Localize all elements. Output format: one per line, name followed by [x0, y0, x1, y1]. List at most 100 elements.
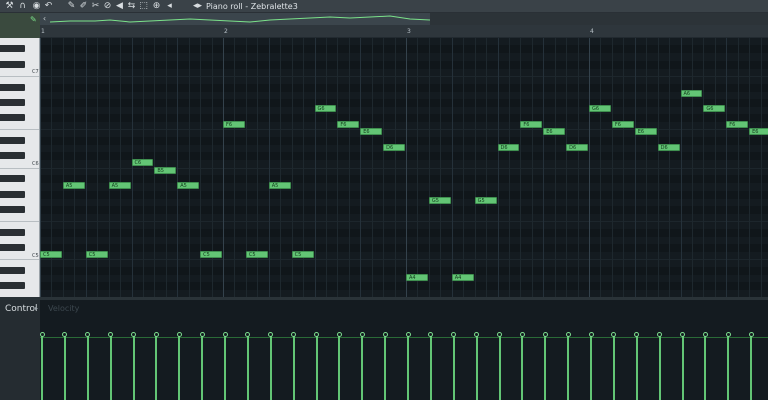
velocity-handle[interactable] — [519, 332, 525, 337]
delete-icon[interactable]: ⊘ — [102, 1, 113, 12]
velocity-bar[interactable] — [429, 335, 432, 400]
velocity-handle[interactable] — [542, 332, 548, 337]
velocity-bar[interactable] — [155, 335, 158, 400]
velocity-bar[interactable] — [727, 335, 730, 400]
note[interactable]: E6 — [543, 128, 566, 136]
note[interactable]: C6 — [131, 159, 154, 166]
black-key[interactable] — [0, 137, 25, 145]
velocity-bar[interactable] — [132, 335, 135, 400]
velocity-bar[interactable] — [612, 335, 615, 400]
note[interactable]: A5 — [62, 181, 85, 189]
velocity-bar[interactable] — [635, 335, 638, 400]
velocity-bar[interactable] — [750, 335, 753, 400]
record-icon[interactable]: ◉ — [31, 1, 42, 12]
velocity-handle[interactable] — [748, 332, 754, 337]
zoom-icon[interactable]: ⊕ — [151, 1, 162, 12]
velocity-handle[interactable] — [405, 332, 411, 337]
velocity-bar[interactable] — [567, 335, 570, 400]
velocity-bar[interactable] — [338, 335, 341, 400]
draw-tool-icon[interactable]: ✎ — [30, 15, 39, 24]
overview-scroll-left-icon[interactable]: ‹ — [40, 13, 49, 25]
velocity-bar[interactable] — [384, 335, 387, 400]
title-menu-arrow-icon[interactable]: ◂▸ — [193, 1, 203, 12]
velocity-handle[interactable] — [336, 332, 342, 337]
note[interactable]: A5 — [268, 181, 291, 189]
note[interactable]: F6 — [520, 120, 543, 128]
note[interactable]: E6 — [749, 128, 768, 136]
velocity-handle[interactable] — [40, 332, 45, 337]
note-grid[interactable]: C5 A5 C5 A5 C6 B5 A5 C5 F6 C5 A5 C5 G6 F6 E6 D6 A4 G5 A4 G5… — [40, 38, 768, 297]
undo-icon[interactable]: ↶ — [43, 1, 54, 12]
black-key[interactable] — [0, 114, 25, 122]
velocity-bar[interactable] — [315, 335, 318, 400]
velocity-bar[interactable] — [178, 335, 181, 400]
note[interactable]: F6 — [337, 120, 360, 128]
timeline-ruler[interactable]: 1 2 3 4 — [40, 25, 768, 38]
mute-icon[interactable]: ◀ — [114, 1, 125, 12]
velocity-bar[interactable] — [86, 335, 89, 400]
slip-icon[interactable]: ⇆ — [126, 1, 137, 12]
black-key[interactable] — [0, 244, 25, 252]
velocity-bar[interactable] — [292, 335, 295, 400]
note[interactable]: A6 — [680, 90, 703, 98]
note[interactable]: G6 — [589, 105, 611, 113]
note[interactable]: F6 — [611, 120, 634, 128]
note[interactable]: G5 — [428, 197, 451, 205]
velocity-bar[interactable] — [407, 335, 409, 400]
note[interactable]: A5 — [108, 181, 131, 189]
velocity-bar[interactable] — [452, 335, 455, 400]
velocity-handle[interactable] — [131, 332, 136, 337]
velocity-bar[interactable] — [498, 335, 501, 400]
velocity-handle[interactable] — [497, 332, 502, 337]
magnet-icon[interactable]: ∩ — [17, 1, 28, 12]
note[interactable]: A4 — [451, 273, 474, 281]
velocity-panel[interactable]: Velocity — [40, 300, 768, 400]
note[interactable]: D6 — [657, 143, 680, 151]
black-key[interactable] — [0, 190, 25, 198]
black-key[interactable] — [0, 60, 25, 68]
black-key[interactable] — [0, 83, 25, 91]
velocity-bar[interactable] — [63, 335, 66, 400]
velocity-bar[interactable] — [681, 335, 684, 400]
note[interactable]: E6 — [634, 128, 657, 136]
black-key[interactable] — [0, 205, 25, 213]
velocity-bar[interactable] — [521, 335, 524, 400]
control-menu-arrow-icon[interactable]: ▸ — [35, 305, 38, 312]
piano-keyboard[interactable]: C7 C6 C5 — [0, 38, 40, 297]
velocity-handle[interactable] — [176, 332, 182, 337]
velocity-bar[interactable] — [41, 335, 43, 400]
black-key[interactable] — [0, 228, 25, 236]
velocity-bar[interactable] — [224, 335, 226, 400]
velocity-handle[interactable] — [725, 332, 731, 337]
wrench-icon[interactable]: ⚒ — [4, 1, 15, 12]
note[interactable]: C5 — [200, 250, 222, 258]
note[interactable]: A4 — [406, 273, 428, 281]
velocity-handle[interactable] — [702, 332, 708, 337]
playback-icon[interactable]: ◂ — [164, 1, 175, 12]
velocity-bar[interactable] — [361, 335, 364, 400]
note[interactable]: D6 — [497, 143, 520, 151]
velocity-bar[interactable] — [590, 335, 592, 400]
select-icon[interactable]: ⬚ — [138, 1, 149, 12]
velocity-handle[interactable] — [153, 332, 159, 337]
velocity-bar[interactable] — [475, 335, 478, 400]
note[interactable]: G6 — [314, 105, 337, 113]
velocity-handle[interactable] — [359, 332, 365, 337]
note[interactable]: D6 — [383, 143, 405, 151]
black-key[interactable] — [0, 152, 25, 160]
velocity-handle[interactable] — [588, 332, 594, 337]
velocity-bar[interactable] — [109, 335, 112, 400]
note[interactable]: D6 — [566, 143, 588, 151]
velocity-bar[interactable] — [201, 335, 204, 400]
velocity-bar[interactable] — [246, 335, 249, 400]
pencil-icon[interactable]: ✎ — [66, 1, 77, 12]
note[interactable]: F6 — [726, 120, 749, 128]
note[interactable]: A5 — [177, 181, 200, 189]
velocity-bar[interactable] — [544, 335, 547, 400]
slice-icon[interactable]: ✂ — [90, 1, 101, 12]
note[interactable]: E6 — [360, 128, 383, 136]
velocity-bar[interactable] — [269, 335, 272, 400]
black-key[interactable] — [0, 175, 25, 183]
velocity-bar[interactable] — [658, 335, 661, 400]
note[interactable]: F6 — [223, 120, 245, 128]
